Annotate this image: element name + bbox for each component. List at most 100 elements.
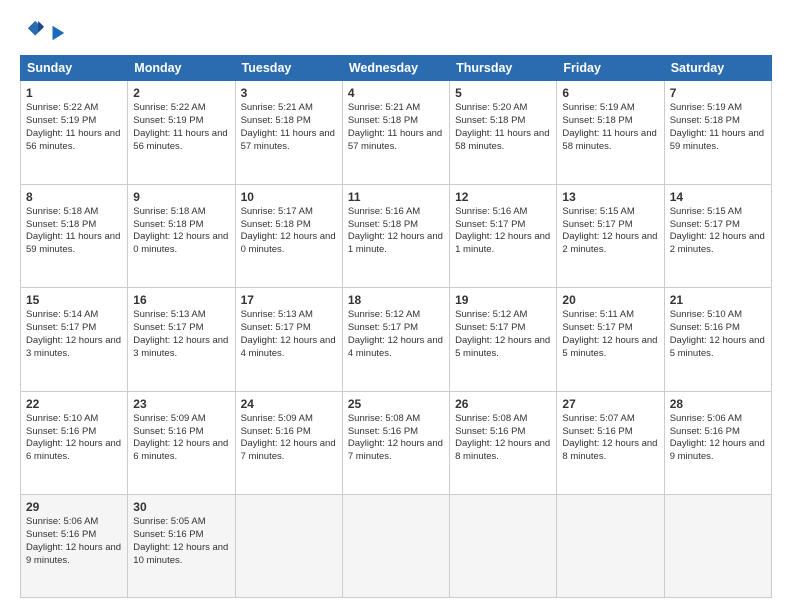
daylight: Daylight: 11 hours and 59 minutes.: [26, 231, 120, 255]
sunrise: Sunrise: 5:10 AM: [26, 413, 98, 424]
calendar-day-cell: 21Sunrise: 5:10 AMSunset: 5:16 PMDayligh…: [664, 288, 771, 392]
sunset: Sunset: 5:16 PM: [26, 426, 96, 437]
calendar-week-row: 22Sunrise: 5:10 AMSunset: 5:16 PMDayligh…: [21, 391, 772, 495]
calendar-day-cell: 1Sunrise: 5:22 AMSunset: 5:19 PMDaylight…: [21, 81, 128, 185]
calendar-day-cell: 6Sunrise: 5:19 AMSunset: 5:18 PMDaylight…: [557, 81, 664, 185]
daylight: Daylight: 12 hours and 2 minutes.: [562, 231, 657, 255]
daylight: Daylight: 11 hours and 56 minutes.: [133, 128, 227, 152]
sunrise: Sunrise: 5:17 AM: [241, 206, 313, 217]
sunrise: Sunrise: 5:06 AM: [26, 516, 98, 527]
daylight: Daylight: 11 hours and 56 minutes.: [26, 128, 120, 152]
daylight: Daylight: 12 hours and 4 minutes.: [348, 335, 443, 359]
daylight: Daylight: 11 hours and 58 minutes.: [562, 128, 656, 152]
daylight: Daylight: 11 hours and 57 minutes.: [348, 128, 442, 152]
sunset: Sunset: 5:16 PM: [562, 426, 632, 437]
day-number: 9: [133, 189, 229, 205]
day-number: 7: [670, 85, 766, 101]
calendar-day-cell: 7Sunrise: 5:19 AMSunset: 5:18 PMDaylight…: [664, 81, 771, 185]
sunset: Sunset: 5:17 PM: [670, 219, 740, 230]
calendar-day-cell: 2Sunrise: 5:22 AMSunset: 5:19 PMDaylight…: [128, 81, 235, 185]
day-number: 5: [455, 85, 551, 101]
calendar-body: 1Sunrise: 5:22 AMSunset: 5:19 PMDaylight…: [21, 81, 772, 598]
sunset: Sunset: 5:16 PM: [670, 322, 740, 333]
sunrise: Sunrise: 5:13 AM: [133, 309, 205, 320]
sunset: Sunset: 5:17 PM: [562, 219, 632, 230]
day-number: 13: [562, 189, 658, 205]
daylight: Daylight: 12 hours and 0 minutes.: [133, 231, 228, 255]
day-number: 21: [670, 292, 766, 308]
day-number: 14: [670, 189, 766, 205]
sunrise: Sunrise: 5:09 AM: [241, 413, 313, 424]
calendar-day-cell: 14Sunrise: 5:15 AM Sunset: 5:17 PMDayligh…: [664, 184, 771, 288]
header: [20, 18, 772, 45]
sunrise: Sunrise: 5:12 AM: [455, 309, 527, 320]
calendar-day-cell: 24Sunrise: 5:09 AMSunset: 5:16 PMDayligh…: [235, 391, 342, 495]
day-number: 8: [26, 189, 122, 205]
day-number: 30: [133, 499, 229, 515]
day-number: 4: [348, 85, 444, 101]
calendar-day-cell: 25Sunrise: 5:08 AMSunset: 5:16 PMDayligh…: [342, 391, 449, 495]
sunset: Sunset: 5:16 PM: [455, 426, 525, 437]
calendar-day-cell: 12Sunrise: 5:16 AMSunset: 5:17 PMDayligh…: [450, 184, 557, 288]
sunrise: Sunrise: 5:08 AM: [455, 413, 527, 424]
calendar-day-cell: [557, 495, 664, 598]
daylight: Daylight: 12 hours and 7 minutes.: [241, 438, 336, 462]
day-number: 19: [455, 292, 551, 308]
sunset: Sunset: 5:16 PM: [670, 426, 740, 437]
logo: [20, 18, 66, 45]
day-number: 26: [455, 396, 551, 412]
calendar-day-cell: [342, 495, 449, 598]
calendar-day-header: Sunday: [21, 56, 128, 81]
logo-icon: [22, 18, 44, 40]
day-number: 18: [348, 292, 444, 308]
sunset: Sunset: 5:17 PM: [455, 322, 525, 333]
day-number: 2: [133, 85, 229, 101]
daylight: Daylight: 11 hours and 59 minutes.: [670, 128, 764, 152]
calendar-day-cell: 23Sunrise: 5:09 AMSunset: 5:16 PMDayligh…: [128, 391, 235, 495]
daylight: Daylight: 12 hours and 8 minutes.: [562, 438, 657, 462]
day-number: 12: [455, 189, 551, 205]
calendar-day-cell: 5Sunrise: 5:20 AMSunset: 5:18 PMDaylight…: [450, 81, 557, 185]
daylight: Daylight: 12 hours and 4 minutes.: [241, 335, 336, 359]
daylight: Daylight: 12 hours and 0 minutes.: [241, 231, 336, 255]
sunset: Sunset: 5:17 PM: [562, 322, 632, 333]
day-number: 28: [670, 396, 766, 412]
sunrise: Sunrise: 5:16 AM: [455, 206, 527, 217]
sunrise: Sunrise: 5:19 AM: [562, 102, 634, 113]
sunrise: Sunrise: 5:18 AM: [133, 206, 205, 217]
day-number: 25: [348, 396, 444, 412]
sunrise: Sunrise: 5:10 AM: [670, 309, 742, 320]
sunset: Sunset: 5:16 PM: [241, 426, 311, 437]
sunrise: Sunrise: 5:22 AM: [133, 102, 205, 113]
daylight: Daylight: 12 hours and 3 minutes.: [26, 335, 121, 359]
calendar-day-cell: 29Sunrise: 5:06 AMSunset: 5:16 PMDayligh…: [21, 495, 128, 598]
day-number: 23: [133, 396, 229, 412]
page: SundayMondayTuesdayWednesdayThursdayFrid…: [0, 0, 792, 612]
calendar-week-row: 29Sunrise: 5:06 AMSunset: 5:16 PMDayligh…: [21, 495, 772, 598]
calendar-week-row: 8 Sunrise: 5:18 AM Sunset: 5:18 PM Daylight…: [21, 184, 772, 288]
day-number: 29: [26, 499, 122, 515]
sunrise: Sunrise: 5:15 AM: [670, 206, 742, 217]
calendar-day-header: Monday: [128, 56, 235, 81]
calendar-day-cell: [664, 495, 771, 598]
day-number: 6: [562, 85, 658, 101]
calendar-day-header: Wednesday: [342, 56, 449, 81]
sunset: Sunset: 5:18 PM: [348, 219, 418, 230]
calendar-day-cell: 27Sunrise: 5:07 AMSunset: 5:16 PMDayligh…: [557, 391, 664, 495]
daylight: Daylight: 12 hours and 2 minutes.: [670, 231, 765, 255]
sunset: Sunset: 5:17 PM: [133, 322, 203, 333]
sunrise: Sunrise: 5:12 AM: [348, 309, 420, 320]
sunrise: Sunrise: 5:15 AM: [562, 206, 634, 217]
sunset: Sunset: 5:18 PM: [670, 115, 740, 126]
daylight: Daylight: 12 hours and 9 minutes.: [670, 438, 765, 462]
daylight: Daylight: 12 hours and 7 minutes.: [348, 438, 443, 462]
sunrise: Sunrise: 5:09 AM: [133, 413, 205, 424]
calendar-day-cell: 17Sunrise: 5:13 AMSunset: 5:17 PMDayligh…: [235, 288, 342, 392]
calendar-day-cell: 13Sunrise: 5:15 AM Sunset: 5:17 PMDayligh…: [557, 184, 664, 288]
sunset: Sunset: 5:17 PM: [348, 322, 418, 333]
logo-arrow-icon: [48, 24, 66, 42]
daylight: Daylight: 12 hours and 3 minutes.: [133, 335, 228, 359]
daylight: Daylight: 12 hours and 5 minutes.: [562, 335, 657, 359]
day-number: 20: [562, 292, 658, 308]
sunset: Sunset: 5:16 PM: [26, 529, 96, 540]
